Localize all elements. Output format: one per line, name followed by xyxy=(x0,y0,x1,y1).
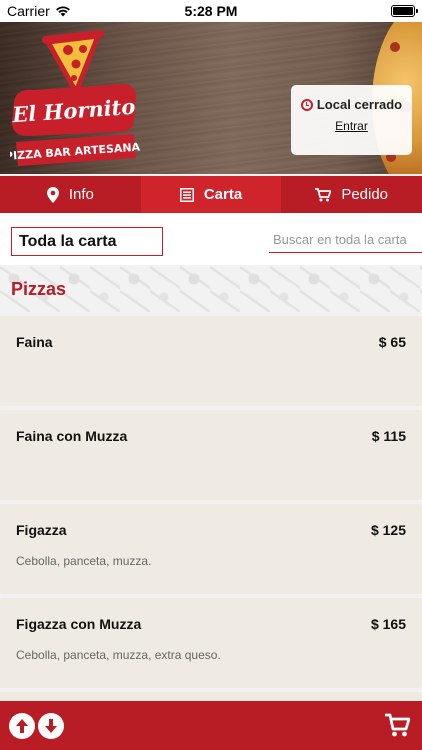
item-description: Cebolla, panceta, muzza. xyxy=(16,554,152,568)
carrier-label: Carrier xyxy=(7,3,50,19)
item-name: Faina xyxy=(16,334,53,350)
scroll-down-button[interactable] xyxy=(38,713,64,739)
filter-row: Toda la carta xyxy=(0,213,422,265)
section-title: Pizzas xyxy=(11,279,67,299)
tab-info-label: Info xyxy=(68,186,94,203)
item-price: $ 115 xyxy=(371,428,406,444)
tab-info[interactable]: Info xyxy=(0,176,141,213)
tab-carta[interactable]: Carta xyxy=(140,176,282,213)
tab-pedido[interactable]: Pedido xyxy=(281,176,422,213)
map-pin-icon xyxy=(46,186,59,203)
tab-carta-label: Carta xyxy=(203,186,243,203)
store-status-text: Local cerrado xyxy=(316,97,403,112)
menu-item[interactable]: Faina con Muzza $ 115 xyxy=(0,410,422,500)
store-status-card: Local cerrado Entrar xyxy=(291,85,412,155)
item-name: Figazza xyxy=(16,522,67,538)
tab-pedido-label: Pedido xyxy=(341,186,389,203)
wifi-icon xyxy=(55,6,70,17)
category-select[interactable]: Toda la carta xyxy=(11,227,163,256)
menu-list-icon xyxy=(179,187,194,202)
menu-item[interactable]: Figazza $ 125 Cebolla, panceta, muzza. xyxy=(0,504,422,594)
status-time: 5:28 PM xyxy=(184,3,238,19)
menu-item[interactable]: Faina $ 65 xyxy=(0,316,422,406)
item-price: $ 125 xyxy=(370,522,406,538)
bottom-bar xyxy=(0,701,422,750)
el-hornito-logo: El Hornito PIZZA BAR ARTESANAL xyxy=(10,30,140,166)
hero-banner: El Hornito PIZZA BAR ARTESANAL Local cer… xyxy=(0,22,422,174)
menu-list[interactable]: Faina $ 65 Faina con Muzza $ 115 Figazza… xyxy=(0,316,422,701)
arrow-up-icon xyxy=(16,719,28,733)
enter-link[interactable]: Entrar xyxy=(335,119,368,133)
status-bar: Carrier 5:28 PM xyxy=(0,0,422,22)
cart-icon xyxy=(315,187,332,201)
item-price: $ 65 xyxy=(378,334,406,350)
cart-icon xyxy=(385,713,411,737)
cart-button[interactable] xyxy=(384,712,411,738)
item-description: Cebolla, panceta, muzza, extra queso. xyxy=(16,648,221,662)
menu-item[interactable]: Figazza con Muzza $ 165 Cebolla, panceta… xyxy=(0,598,422,688)
status-bar-right xyxy=(265,5,418,17)
battery-icon xyxy=(391,5,418,17)
menu-item[interactable] xyxy=(0,692,422,701)
store-status: Local cerrado xyxy=(291,97,412,112)
arrow-down-icon xyxy=(45,719,57,733)
item-name: Figazza con Muzza xyxy=(16,616,142,632)
search-input[interactable] xyxy=(269,227,422,253)
item-price: $ 165 xyxy=(370,616,406,632)
section-header: Pizzas xyxy=(0,265,422,312)
item-name: Faina con Muzza xyxy=(16,428,128,444)
scroll-up-button[interactable] xyxy=(9,713,35,739)
tab-bar: Info Carta Pedido xyxy=(0,176,422,213)
clock-icon xyxy=(300,98,313,111)
status-bar-left: Carrier xyxy=(7,3,157,19)
